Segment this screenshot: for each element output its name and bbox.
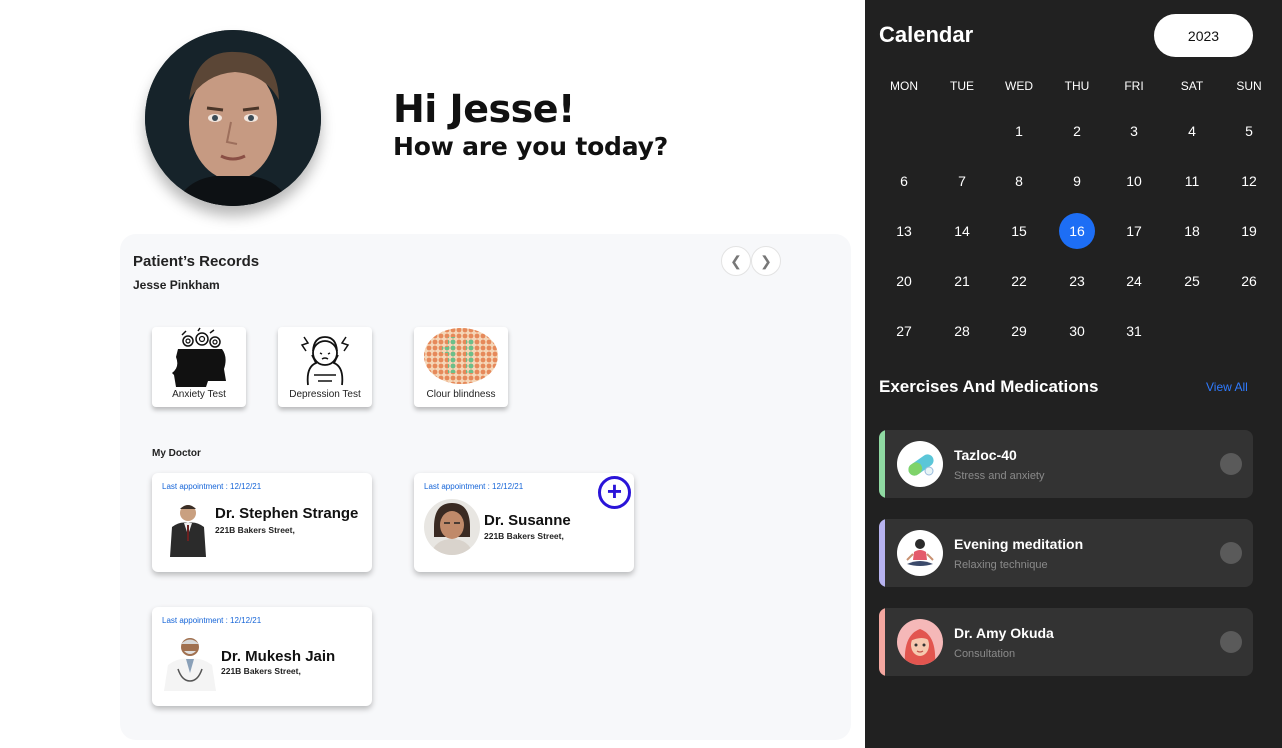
exercise-subtitle: Relaxing technique — [954, 559, 1048, 571]
exercise-subtitle: Stress and anxiety — [954, 470, 1045, 482]
doctor-address: 221B Bakers Street, — [221, 666, 301, 676]
greeting-title: Hi Jesse! — [393, 87, 575, 131]
calendar-day[interactable]: 20 — [886, 263, 922, 299]
plus-icon: + — [606, 476, 623, 506]
doctor-name: Dr. Stephen Strange — [215, 505, 359, 522]
calendar-day[interactable]: 14 — [944, 213, 980, 249]
test-card-depression[interactable]: Depression Test — [278, 327, 372, 407]
doctor-card[interactable]: Last appointment : 12/12/21 Dr. Susanne … — [414, 473, 634, 572]
calendar-day[interactable]: 1 — [1001, 113, 1037, 149]
calendar-day[interactable]: 8 — [1001, 163, 1037, 199]
calendar-day[interactable]: 13 — [886, 213, 922, 249]
doctor-photo — [160, 635, 220, 696]
calendar-day[interactable]: 28 — [944, 313, 980, 349]
doctor-card[interactable]: Last appointment : 12/12/21 Dr. Mukesh J… — [152, 607, 372, 706]
test-card-color-blindness[interactable]: Clour blindness — [414, 327, 508, 407]
weekday-label: WED — [1005, 79, 1033, 93]
records-title: Patient’s Records — [133, 253, 260, 270]
calendar-day[interactable]: 27 — [886, 313, 922, 349]
view-all-link[interactable]: View All — [1206, 380, 1248, 394]
doctor-address: 221B Bakers Street, — [215, 525, 295, 535]
calendar-day-selected[interactable]: 16 — [1059, 213, 1095, 249]
chevron-left-icon: ❮ — [730, 252, 742, 269]
calendar-day[interactable]: 5 — [1231, 113, 1267, 149]
doctor-card[interactable]: Last appointment : 12/12/21 Dr. Stephen … — [152, 473, 372, 572]
complete-toggle[interactable] — [1220, 542, 1242, 564]
doctor-name: Dr. Susanne — [484, 512, 571, 529]
calendar-day[interactable]: 3 — [1116, 113, 1152, 149]
year-selector[interactable]: 2023 — [1154, 14, 1253, 57]
calendar-day[interactable]: 18 — [1174, 213, 1210, 249]
test-card-anxiety[interactable]: Anxiety Test — [152, 327, 246, 407]
complete-toggle[interactable] — [1220, 631, 1242, 653]
complete-toggle[interactable] — [1220, 453, 1242, 475]
calendar-day[interactable]: 26 — [1231, 263, 1267, 299]
calendar-day[interactable]: 17 — [1116, 213, 1152, 249]
exercise-title: Dr. Amy Okuda — [954, 625, 1054, 641]
patient-records-panel: Patient’s Records Jesse Pinkham ❮ ❯ Anxi… — [120, 234, 851, 740]
weekday-label: FRI — [1124, 79, 1144, 93]
my-doctor-heading: My Doctor — [152, 448, 201, 459]
doctor-avatar-icon — [897, 619, 943, 665]
test-label: Depression Test — [289, 389, 361, 400]
weekday-label: THU — [1064, 79, 1090, 93]
calendar-day[interactable]: 22 — [1001, 263, 1037, 299]
calendar-day[interactable]: 4 — [1174, 113, 1210, 149]
exercise-title: Tazloc-40 — [954, 447, 1017, 463]
weekday-label: MON — [890, 79, 918, 93]
user-avatar[interactable] — [145, 30, 321, 206]
calendar-day[interactable]: 24 — [1116, 263, 1152, 299]
anxiety-head-icon — [172, 327, 226, 387]
doctor-address: 221B Bakers Street, — [484, 531, 564, 541]
calendar-day[interactable]: 29 — [1001, 313, 1037, 349]
calendar-day[interactable]: 12 — [1231, 163, 1267, 199]
calendar-day[interactable]: 2 — [1059, 113, 1095, 149]
calendar-day[interactable]: 21 — [944, 263, 980, 299]
calendar-day[interactable]: 25 — [1174, 263, 1210, 299]
doctor-photo — [166, 501, 214, 562]
accent-bar — [879, 608, 885, 676]
add-doctor-button[interactable]: + — [598, 476, 631, 509]
patient-name: Jesse Pinkham — [133, 278, 220, 292]
exercise-item[interactable]: Dr. Amy Okuda Consultation — [879, 608, 1253, 676]
last-appointment: Last appointment : 12/12/21 — [162, 482, 262, 491]
calendar-day[interactable]: 9 — [1059, 163, 1095, 199]
exercises-title: Exercises And Medications — [879, 377, 1099, 396]
exercise-title: Evening meditation — [954, 536, 1084, 552]
test-label: Anxiety Test — [172, 389, 226, 400]
accent-bar — [879, 519, 885, 587]
last-appointment: Last appointment : 12/12/21 — [424, 482, 524, 491]
calendar-day[interactable]: 30 — [1059, 313, 1095, 349]
chevron-right-icon: ❯ — [760, 252, 772, 269]
prev-button[interactable]: ❮ — [721, 246, 751, 276]
calendar-day[interactable]: 19 — [1231, 213, 1267, 249]
last-appointment: Last appointment : 12/12/21 — [162, 616, 262, 625]
calendar-day[interactable]: 7 — [944, 163, 980, 199]
pill-capsule-icon — [897, 441, 943, 487]
exercise-item[interactable]: Tazloc-40 Stress and anxiety — [879, 430, 1253, 498]
calendar-day[interactable]: 6 — [886, 163, 922, 199]
side-panel: Calendar 2023 MON TUE WED THU FRI SAT SUN 1234… — [865, 0, 1282, 748]
calendar-day[interactable]: 15 — [1001, 213, 1037, 249]
calendar-day[interactable]: 31 — [1116, 313, 1152, 349]
weekday-label: SUN — [1236, 79, 1262, 93]
calendar-day[interactable]: 10 — [1116, 163, 1152, 199]
doctor-photo — [424, 497, 480, 562]
exercise-item[interactable]: Evening meditation Relaxing technique — [879, 519, 1253, 587]
next-button[interactable]: ❯ — [751, 246, 781, 276]
test-label: Clour blindness — [426, 389, 496, 400]
weekday-label: TUE — [950, 79, 974, 93]
greeting-subtitle: How are you today? — [393, 132, 669, 161]
calendar-day[interactable]: 11 — [1174, 163, 1210, 199]
exercise-subtitle: Consultation — [954, 648, 1016, 660]
color-plate-icon — [424, 328, 498, 384]
calendar-title: Calendar — [879, 22, 974, 47]
greeting: Hi Jesse! How are you today? — [393, 88, 668, 164]
meditation-person-icon — [897, 530, 943, 576]
accent-bar — [879, 430, 885, 498]
weekday-label: SAT — [1180, 79, 1204, 93]
calendar-day[interactable]: 23 — [1059, 263, 1095, 299]
depressed-person-icon — [300, 336, 350, 386]
doctor-name: Dr. Mukesh Jain — [221, 648, 336, 665]
